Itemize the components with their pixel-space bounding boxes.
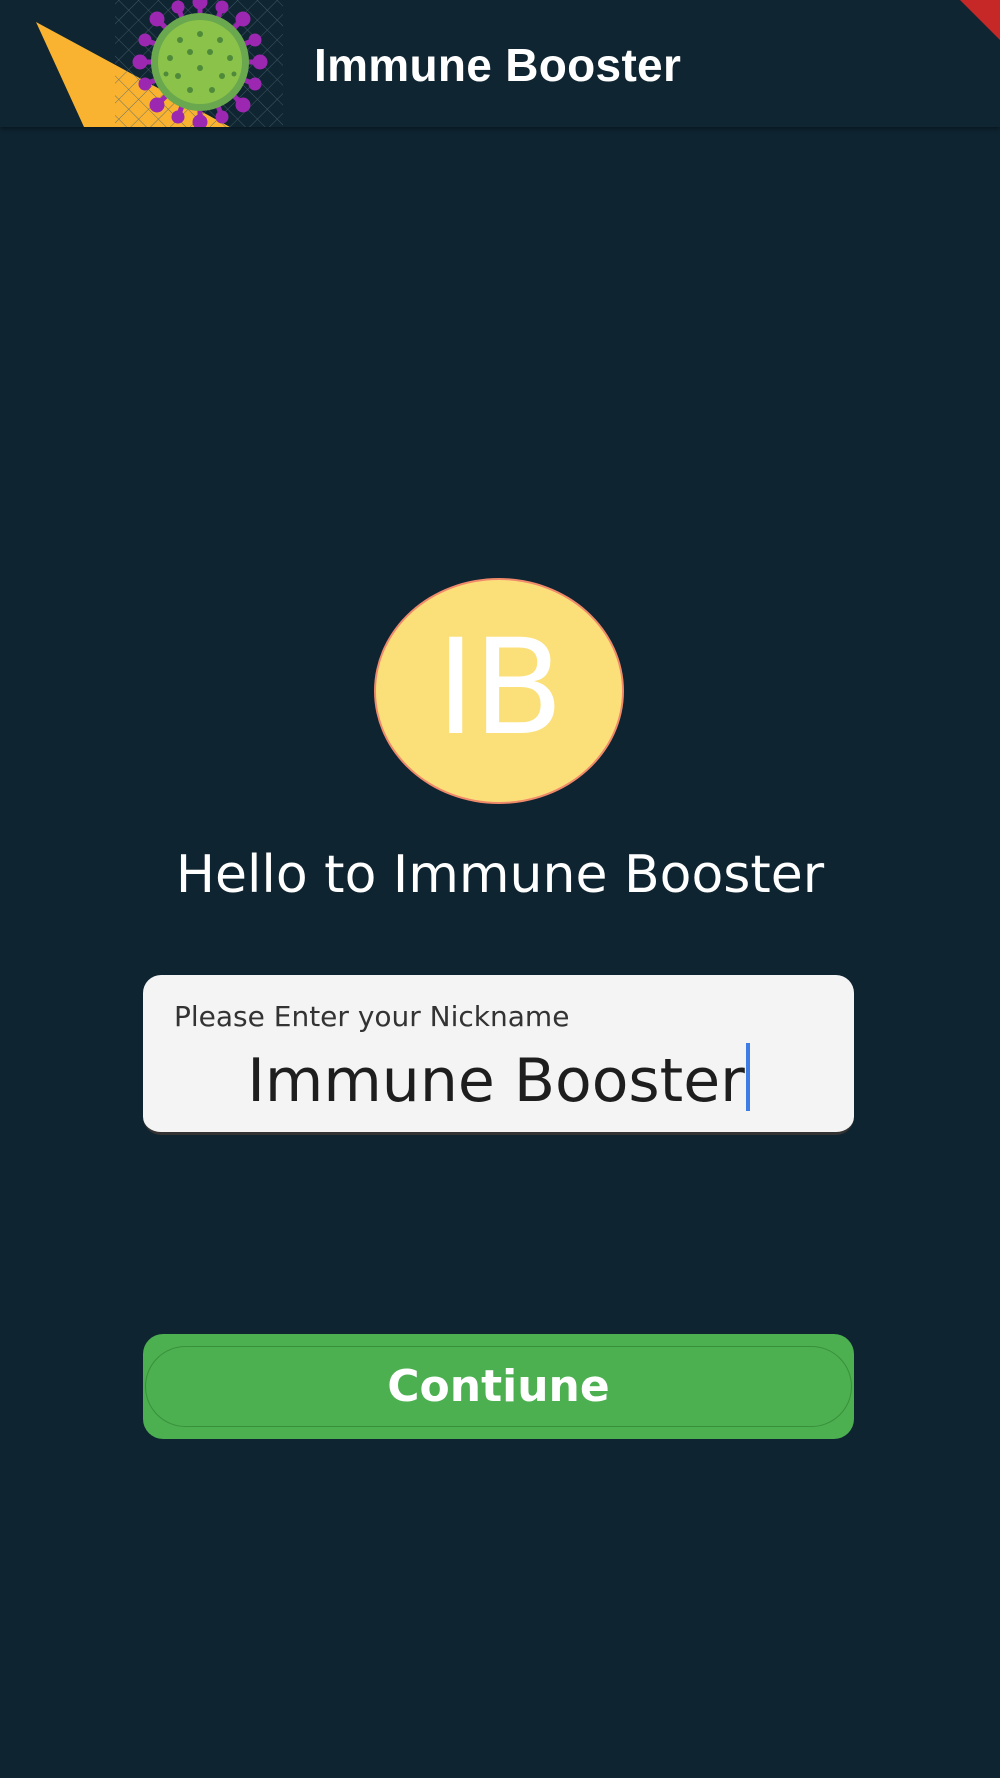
debug-banner-corner (960, 0, 1000, 40)
virus-logo-icon (36, 0, 283, 127)
nickname-field-label: Please Enter your Nickname (174, 1000, 570, 1033)
welcome-heading: Hello to Immune Booster (175, 845, 825, 905)
nickname-input-value[interactable]: Immune Booster (143, 1043, 854, 1116)
nickname-field[interactable]: Please Enter your Nickname Immune Booste… (143, 975, 854, 1135)
app-title: Immune Booster (314, 39, 682, 91)
continue-button[interactable]: Contiune (143, 1334, 854, 1439)
continue-button-label: Contiune (387, 1361, 610, 1412)
text-cursor (745, 1043, 750, 1111)
app-bar: Immune Booster (0, 0, 1000, 127)
avatar: IB (374, 578, 624, 804)
nickname-input-text[interactable]: Immune Booster (247, 1046, 745, 1116)
avatar-initials: IB (436, 611, 563, 765)
